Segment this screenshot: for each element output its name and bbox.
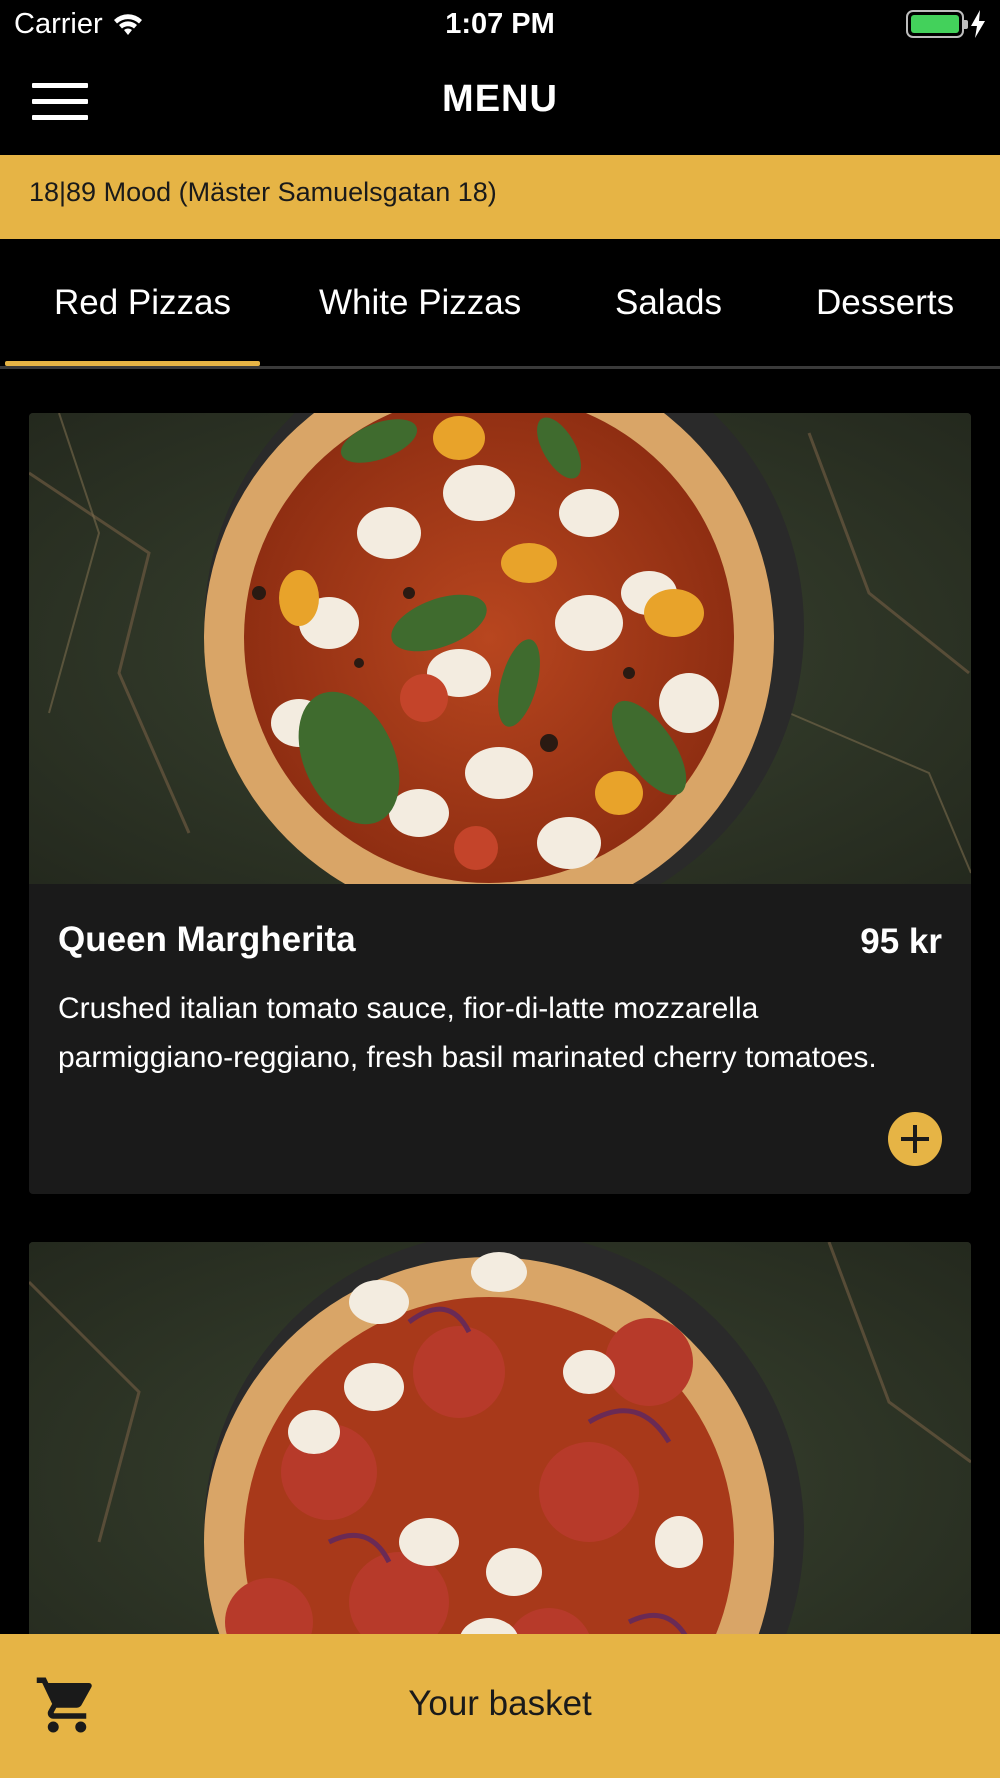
item-name: Queen Margherita [58,920,356,959]
tab-white-pizzas[interactable]: White Pizzas [319,283,521,323]
item-description: Crushed italian tomato sauce, fior-di-la… [58,992,877,1074]
tab-red-pizzas[interactable]: Red Pizzas [54,283,231,323]
menu-list[interactable]: Queen Margherita 95 kr Crushed italian t… [0,372,1000,1634]
location-selector[interactable]: 18|89 Mood (Mäster Samuelsgatan 18) [0,155,1000,239]
menu-item-card [29,1242,971,1634]
category-tabs: Red Pizzas White Pizzas Salads Desserts [0,239,1000,369]
selected-tab-indicator [5,361,260,366]
nav-bar: MENU [0,50,1000,155]
add-to-basket-button[interactable] [888,1112,942,1166]
page-title: MENU [442,78,558,120]
pizza-image [29,1242,971,1634]
location-label: 18|89 Mood (Mäster Samuelsgatan 18) [29,177,497,207]
menu-item-details: Queen Margherita 95 kr Crushed italian t… [29,884,971,1166]
tab-desserts[interactable]: Desserts [816,283,954,323]
pizza-image [29,413,971,884]
basket-label: Your basket [408,1684,592,1723]
battery-indicator [906,10,986,38]
status-bar: Carrier 1:07 PM [0,0,1000,50]
battery-fill [911,15,959,33]
basket-bar[interactable]: Your basket [0,1634,1000,1778]
menu-item-card: Queen Margherita 95 kr Crushed italian t… [29,413,971,1194]
battery-icon [906,10,968,38]
charging-bolt-icon [971,10,985,38]
item-price: 95 kr [860,922,942,961]
tab-salads[interactable]: Salads [615,283,722,323]
clock: 1:07 PM [445,8,555,40]
